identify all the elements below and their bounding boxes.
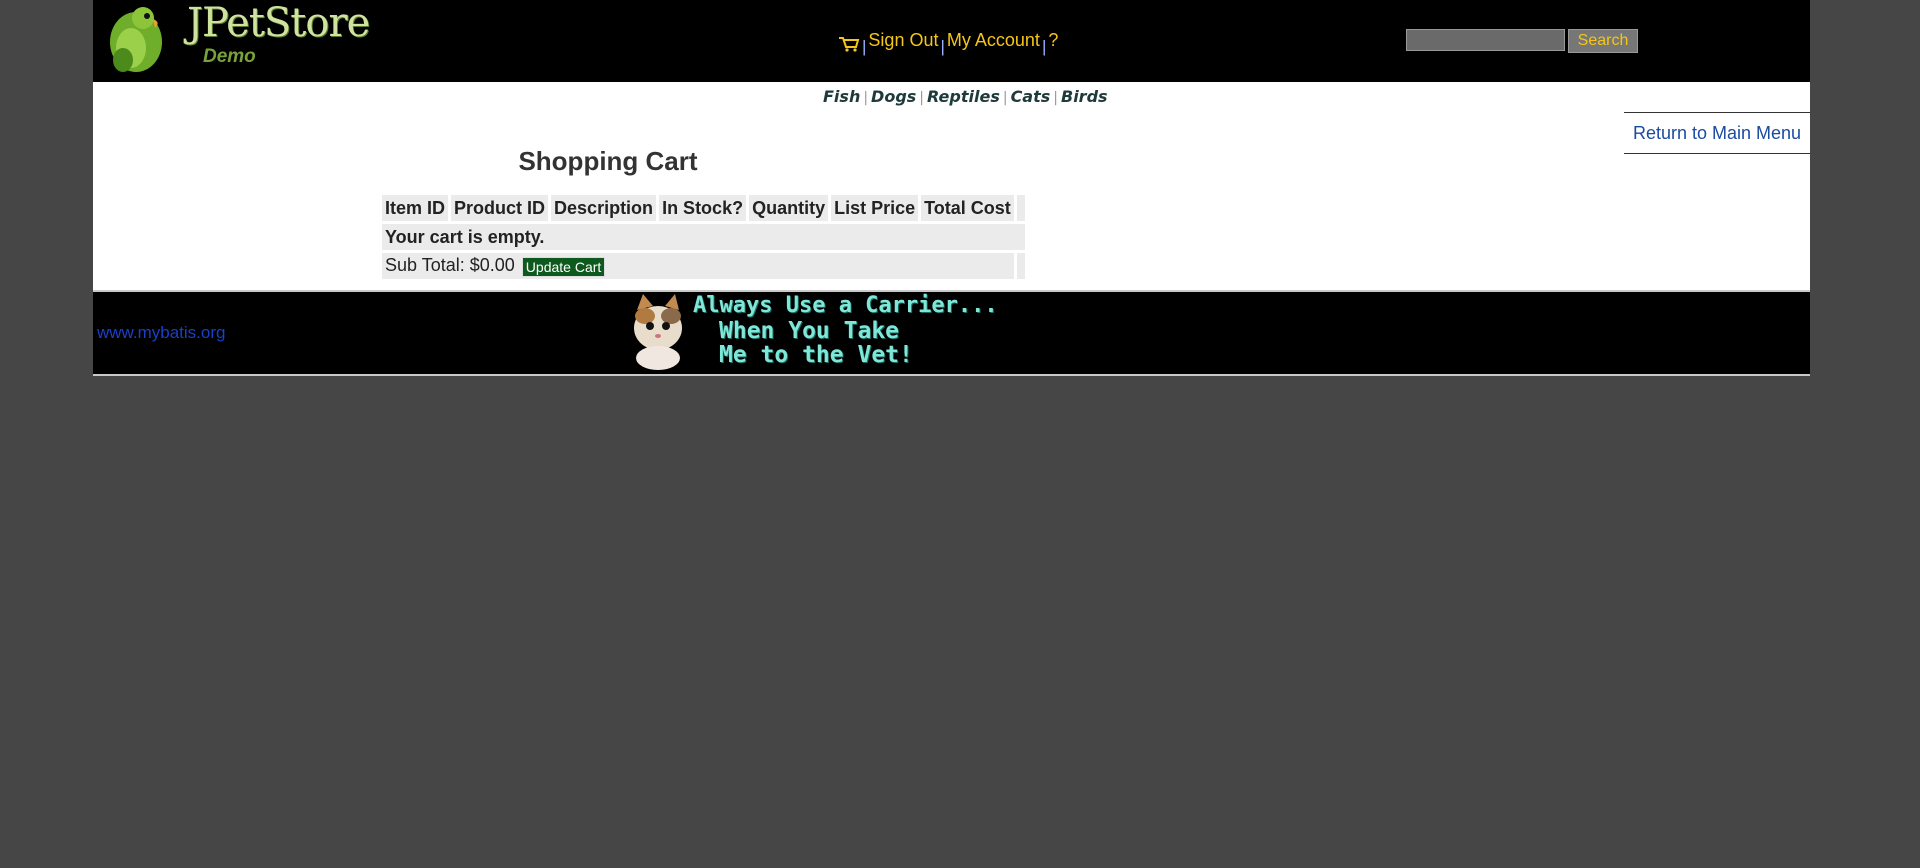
column-header-total-cost: Total Cost (921, 195, 1014, 221)
banner-line-3: Me to the Vet! (719, 342, 913, 368)
column-header-list-price: List Price (831, 195, 919, 221)
page-title: Shopping Cart (518, 146, 698, 176)
quicklink-reptiles[interactable]: Reptiles (927, 87, 1000, 106)
header: JPetStore Demo | Sign Out | My Account |? Se… (93, 0, 1810, 82)
return-to-main-menu-link[interactable]: Return to Main Menu (1624, 112, 1810, 154)
column-header-product-id: Product ID (451, 195, 549, 221)
subtotal-label: Sub Total: $0.00 (385, 255, 515, 276)
column-header-in-stock: In Stock? (659, 195, 747, 221)
parrot-logo-icon (110, 7, 162, 72)
logo[interactable]: JPetStore Demo (103, 0, 373, 72)
main-content: Fish | Dogs | Reptiles | Cats | Birds Return to … (93, 82, 1810, 292)
table-row: Sub Total: $0.00 Update Cart (382, 253, 1025, 279)
column-header-quantity: Quantity (749, 195, 829, 221)
quicklink-fish[interactable]: Fish (823, 87, 860, 106)
menu-separator: | (940, 37, 945, 56)
help-link[interactable]: ? (1048, 30, 1058, 50)
blank-cell (1016, 253, 1025, 279)
mybatis-link[interactable]: www.mybatis.org (97, 323, 225, 343)
banner-line-2: When You Take (719, 318, 900, 344)
quicklink-separator: | (1053, 90, 1058, 106)
kitten-icon (634, 294, 682, 370)
empty-cart-message: Your cart is empty. (382, 224, 1025, 250)
search-button[interactable]: Search (1568, 29, 1638, 53)
cart-table-header: Item ID Product ID Description In Stock?… (382, 195, 1025, 221)
menu-separator: | (1041, 37, 1047, 56)
column-header-blank (1016, 195, 1025, 221)
column-header-description: Description (551, 195, 657, 221)
search-form: Search (1406, 29, 1638, 53)
quicklink-dogs[interactable]: Dogs (871, 87, 916, 106)
menu-separator: | (862, 37, 867, 56)
quicklink-separator: | (1002, 90, 1008, 106)
banner-line-1: Always Use a Carrier... (693, 293, 998, 318)
update-cart-button[interactable]: Update Cart (521, 256, 606, 277)
quicklink-separator: | (919, 90, 925, 106)
footer: www.mybatis.org Always Use a Carrier... … (93, 292, 1810, 376)
subtotal-cell: Sub Total: $0.00 Update Cart (382, 253, 1014, 279)
carrier-banner[interactable]: Always Use a Carrier... When You Take Me… (623, 292, 998, 370)
quicklink-separator: | (863, 90, 869, 106)
top-menu: | Sign Out | My Account |? (838, 30, 1058, 56)
logo-subtitle: Demo (203, 46, 256, 67)
shopping-cart-icon[interactable] (838, 36, 860, 52)
quicklink-cats[interactable]: Cats (1011, 87, 1051, 106)
logo-title: JPetStore (187, 0, 370, 46)
sign-out-link[interactable]: Sign Out (868, 30, 938, 50)
page-wrapper: JPetStore Demo | Sign Out | My Account |? Se… (93, 0, 1810, 376)
my-account-link[interactable]: My Account (947, 30, 1040, 50)
cart-table: Item ID Product ID Description In Stock?… (379, 192, 1028, 282)
column-header-item-id: Item ID (382, 195, 449, 221)
table-row: Your cart is empty. (382, 224, 1025, 250)
search-input[interactable] (1406, 29, 1565, 51)
category-quicklinks: Fish | Dogs | Reptiles | Cats | Birds (823, 87, 1108, 106)
quicklink-birds[interactable]: Birds (1061, 87, 1108, 106)
